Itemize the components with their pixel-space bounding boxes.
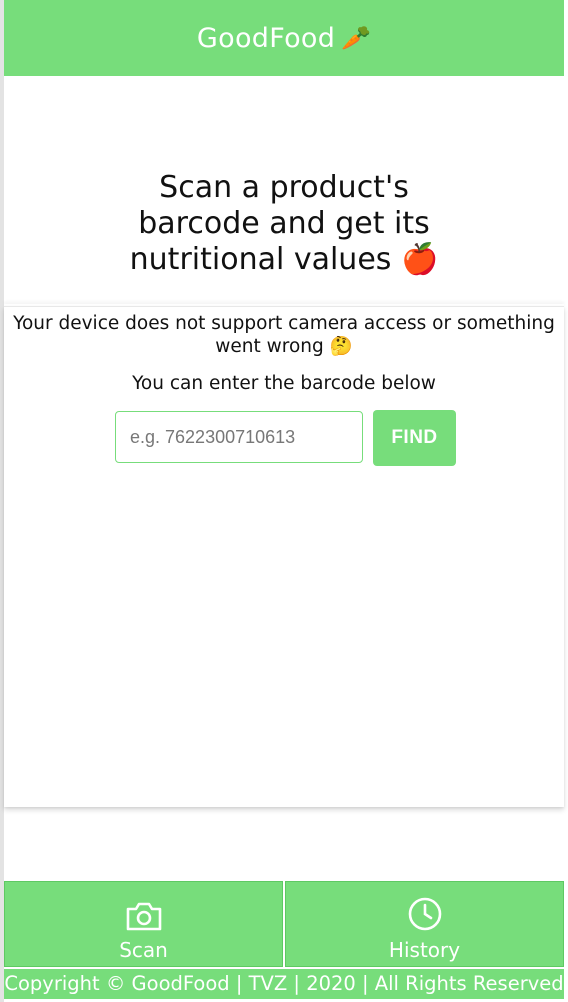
find-button[interactable]: FIND [373, 410, 456, 466]
headline-line-3: nutritional values 🍎 [4, 242, 564, 278]
nav-label-scan: Scan [119, 938, 168, 962]
clock-icon [407, 896, 443, 938]
page-headline: Scan a product's barcode and get its nut… [4, 170, 564, 278]
copyright-footer: Copyright © GoodFood | TVZ | 2020 | All … [4, 969, 564, 999]
app-title: GoodFood [196, 22, 336, 54]
thinking-face-icon: 🤔 [329, 336, 353, 357]
camera-error-text: Your device does not support camera acce… [13, 313, 555, 357]
apple-icon: 🍎 [400, 242, 439, 277]
barcode-hint: You can enter the barcode below [132, 373, 436, 394]
nav-item-scan[interactable]: Scan [4, 881, 283, 967]
nav-item-history[interactable]: History [285, 881, 564, 967]
headline-line-3-text: nutritional values [129, 242, 392, 277]
carrot-icon: 🥕 [341, 24, 372, 52]
app-header: GoodFood 🥕 [4, 0, 564, 76]
scanner-panel: Your device does not support camera acce… [4, 306, 564, 807]
camera-icon [125, 900, 163, 938]
camera-error-message: Your device does not support camera acce… [4, 312, 564, 358]
headline-line-2: barcode and get its [138, 206, 430, 241]
nav-label-history: History [388, 938, 461, 962]
bottom-nav: Scan History [4, 881, 564, 967]
headline-line-1: Scan a product's [159, 170, 409, 205]
barcode-input[interactable] [115, 411, 363, 463]
